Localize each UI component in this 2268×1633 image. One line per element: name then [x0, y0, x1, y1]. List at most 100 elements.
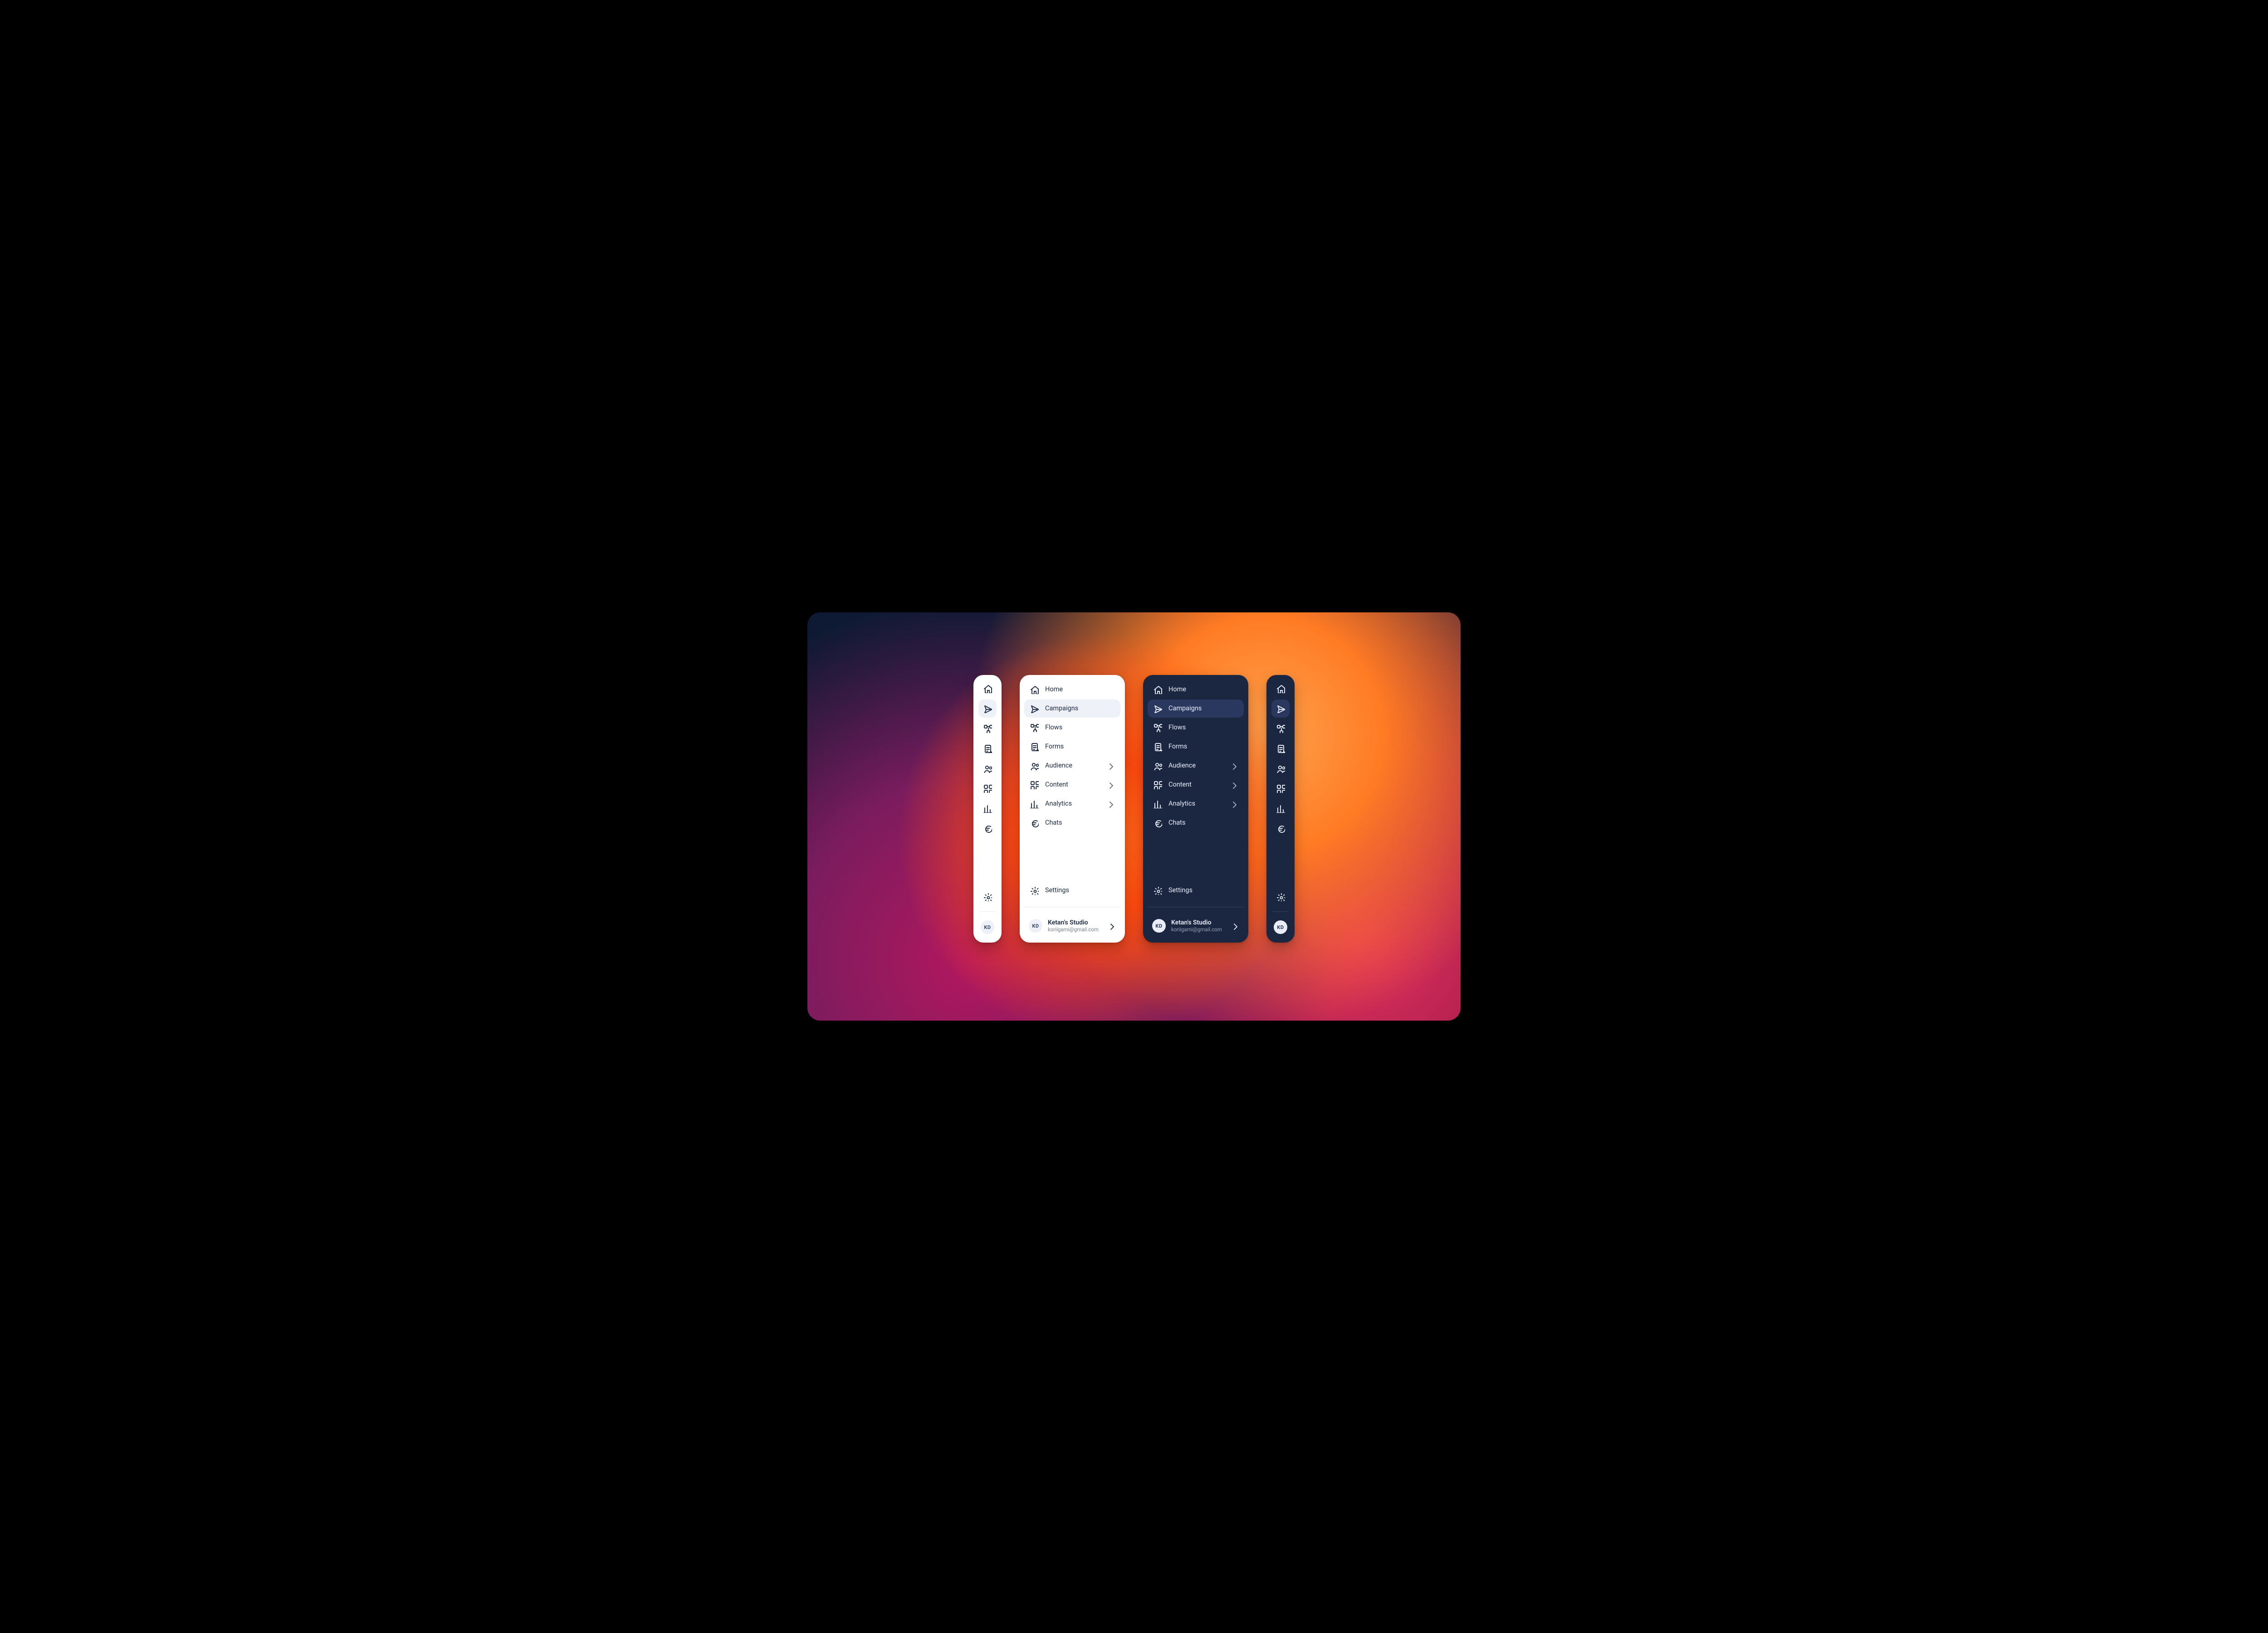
nav-label: Audience: [1168, 763, 1223, 769]
rail-item-forms[interactable]: Forms: [978, 739, 997, 758]
content-icon: [1030, 780, 1039, 789]
sidebar-item-settings[interactable]: Settings: [1024, 881, 1120, 900]
sidebar-item-forms[interactable]: Forms: [1024, 738, 1120, 756]
nav-label: Settings: [1168, 887, 1238, 894]
audience-icon: [983, 764, 992, 773]
settings-icon: [1153, 886, 1162, 895]
rail-nav-bottom: Settings KD: [1271, 888, 1290, 936]
sidebar-rail-light: Home Campaigns Flows Forms: [973, 675, 1002, 943]
nav-label: Analytics: [1168, 801, 1223, 807]
nav-label: Analytics: [1045, 801, 1100, 807]
rail-item-campaigns[interactable]: Campaigns: [1271, 699, 1290, 718]
home-icon: [1030, 685, 1039, 694]
nav-label: Campaigns: [1045, 705, 1115, 712]
sidebar-item-home[interactable]: Home: [1148, 680, 1244, 699]
chevron-right-icon: [1229, 780, 1238, 789]
sidebar-item-flows[interactable]: Flows: [1148, 719, 1244, 737]
nav-label: Settings: [1045, 887, 1115, 894]
analytics-icon: [1153, 799, 1162, 808]
rail-item-settings[interactable]: Settings: [978, 888, 997, 906]
nav-label: Flows: [1045, 724, 1115, 731]
dark-theme-pair: Home Campaigns Flows Forms: [1143, 675, 1295, 943]
audience-icon: [1276, 764, 1285, 773]
sidebar-profile[interactable]: KD Ketan's Studio koriigami@gmail.com: [1024, 915, 1120, 936]
sidebar-item-audience[interactable]: Audience: [1148, 757, 1244, 775]
rail-item-analytics[interactable]: Analytics: [978, 799, 997, 817]
workspace-email: koriigami@gmail.com: [1048, 926, 1101, 933]
rail-item-settings[interactable]: Settings: [1271, 888, 1290, 906]
sidebar-item-campaigns[interactable]: Campaigns: [1148, 699, 1244, 718]
nav-label: Forms: [1045, 743, 1115, 750]
chevron-right-icon: [1106, 799, 1115, 808]
flows-icon: [1276, 724, 1285, 733]
sidebar-dark: Home Campaigns Flows Forms: [1143, 675, 1248, 943]
send-icon: [1276, 704, 1285, 713]
sidebar-item-content[interactable]: Content: [1148, 776, 1244, 794]
rail-item-content[interactable]: Content: [978, 779, 997, 797]
sidebar-item-campaigns[interactable]: Campaigns: [1024, 699, 1120, 718]
nav-label: Audience: [1045, 763, 1100, 769]
workspace-email: koriigami@gmail.com: [1171, 926, 1225, 933]
workspace-name: Ketan's Studio: [1048, 919, 1101, 926]
rail-item-campaigns[interactable]: Campaigns: [978, 699, 997, 718]
nav-label: Forms: [1168, 743, 1238, 750]
profile-meta: Ketan's Studio koriigami@gmail.com: [1048, 919, 1101, 933]
rail-profile[interactable]: KD: [981, 918, 994, 936]
avatar: KD: [981, 920, 994, 934]
rail-profile[interactable]: KD: [1274, 918, 1287, 936]
sidebar-item-audience[interactable]: Audience: [1024, 757, 1120, 775]
rail-item-forms[interactable]: Forms: [1271, 739, 1290, 758]
rail-item-home[interactable]: Home: [1271, 680, 1290, 698]
rail-item-audience[interactable]: Audience: [1271, 759, 1290, 777]
analytics-icon: [983, 804, 992, 813]
home-icon: [1276, 684, 1285, 693]
sidebar-nav-bottom: Settings KD Ketan's Studio koriigami@gma…: [1148, 881, 1244, 936]
rail-item-flows[interactable]: Flows: [978, 719, 997, 738]
sidebar-item-chats[interactable]: Chats: [1148, 814, 1244, 832]
sidebar-item-home[interactable]: Home: [1024, 680, 1120, 699]
sidebar-item-forms[interactable]: Forms: [1148, 738, 1244, 756]
flows-icon: [983, 724, 992, 733]
rail-item-chats[interactable]: Chats: [978, 819, 997, 837]
home-icon: [1153, 685, 1162, 694]
wallpaper: Home Campaigns Flows Forms: [807, 612, 1461, 1021]
divider: [980, 911, 995, 912]
rail-nav-bottom: Settings KD: [978, 888, 997, 936]
settings-icon: [1030, 886, 1039, 895]
rail-item-flows[interactable]: Flows: [1271, 719, 1290, 738]
content-icon: [1153, 780, 1162, 789]
sidebar-nav-bottom: Settings KD Ketan's Studio koriigami@gma…: [1024, 881, 1120, 936]
sidebar-item-content[interactable]: Content: [1024, 776, 1120, 794]
rail-item-home[interactable]: Home: [978, 680, 997, 698]
analytics-icon: [1030, 799, 1039, 808]
chevron-right-icon: [1106, 761, 1115, 770]
analytics-icon: [1276, 804, 1285, 813]
chevron-right-icon: [1106, 780, 1115, 789]
nav-label: Chats: [1045, 820, 1115, 826]
chevron-right-icon: [1230, 921, 1239, 930]
settings-icon: [983, 892, 992, 901]
rail-item-content[interactable]: Content: [1271, 779, 1290, 797]
sidebar-item-chats[interactable]: Chats: [1024, 814, 1120, 832]
sidebar-profile[interactable]: KD Ketan's Studio koriigami@gmail.com: [1148, 915, 1244, 936]
sidebar-item-settings[interactable]: Settings: [1148, 881, 1244, 900]
nav-label: Chats: [1168, 820, 1238, 826]
flows-icon: [1030, 723, 1039, 732]
forms-icon: [983, 744, 992, 753]
avatar: KD: [1152, 919, 1166, 933]
nav-label: Content: [1045, 782, 1100, 788]
chats-icon: [983, 824, 992, 833]
forms-icon: [1030, 742, 1039, 751]
rail-item-chats[interactable]: Chats: [1271, 819, 1290, 837]
audience-icon: [1030, 761, 1039, 770]
sidebar-item-analytics[interactable]: Analytics: [1024, 795, 1120, 813]
chevron-right-icon: [1229, 761, 1238, 770]
chats-icon: [1153, 818, 1162, 827]
sidebar-item-flows[interactable]: Flows: [1024, 719, 1120, 737]
rail-item-analytics[interactable]: Analytics: [1271, 799, 1290, 817]
profile-meta: Ketan's Studio koriigami@gmail.com: [1171, 919, 1225, 933]
sidebar-item-analytics[interactable]: Analytics: [1148, 795, 1244, 813]
rail-item-audience[interactable]: Audience: [978, 759, 997, 777]
rail-nav-top: Home Campaigns Flows Forms: [1271, 680, 1290, 837]
chats-icon: [1030, 818, 1039, 827]
